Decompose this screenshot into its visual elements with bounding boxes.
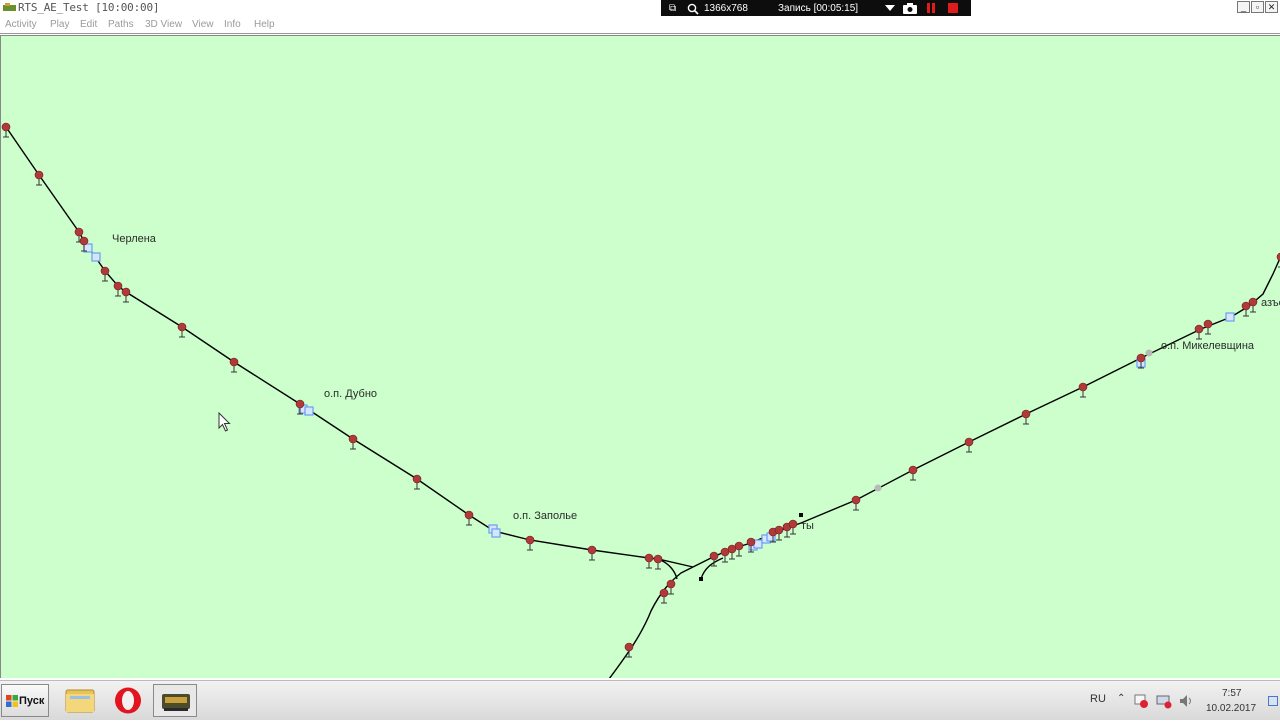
folder-icon [65, 689, 95, 713]
signal[interactable] [121, 287, 131, 303]
signal[interactable] [1203, 319, 1213, 335]
signal[interactable] [177, 322, 187, 338]
clock-time[interactable]: 7:57 [1222, 688, 1241, 699]
signal[interactable] [1241, 301, 1251, 317]
opera-icon [115, 687, 141, 714]
signal[interactable] [1021, 409, 1031, 425]
signal[interactable] [525, 535, 535, 551]
branch-track-south [608, 566, 694, 678]
taskbar-explorer-button[interactable] [58, 684, 102, 717]
signal[interactable] [659, 588, 669, 604]
track-lines [5, 126, 1280, 678]
signal[interactable] [348, 434, 358, 450]
start-label: Пуск [19, 695, 45, 707]
train-app-icon [162, 694, 190, 711]
station-label-cherlena: Черлена [112, 233, 156, 245]
menu-view[interactable]: View [192, 19, 214, 30]
recorder-toolbar: ⧉ 1366x768 Запись [00:05:15] [661, 0, 971, 17]
station-label-dubno: о.п. Дубно [324, 388, 378, 400]
track-end-marker [699, 577, 703, 581]
menu-help[interactable]: Help [254, 19, 275, 30]
menu-play[interactable]: Play [50, 19, 69, 30]
camera-icon[interactable] [903, 3, 917, 14]
windows-logo-icon [6, 695, 18, 707]
station-label-junction: ты [801, 520, 814, 532]
tray-network-icon[interactable] [1156, 693, 1172, 709]
window-title: RTS_AE_Test [10:00:00] [18, 1, 160, 14]
signal[interactable] [720, 547, 730, 563]
signal[interactable] [964, 437, 974, 453]
maximize-button[interactable]: ▫ [1251, 1, 1264, 13]
signal[interactable] [587, 545, 597, 561]
signal[interactable] [774, 525, 784, 541]
platform-marker[interactable] [491, 528, 501, 538]
signal[interactable] [908, 465, 918, 481]
tray-flag-icon[interactable] [1133, 693, 1149, 709]
signal[interactable] [666, 579, 676, 595]
track-map-canvas[interactable] [1, 36, 1280, 678]
signal[interactable] [644, 553, 654, 569]
signal[interactable] [788, 519, 798, 535]
signal[interactable] [113, 281, 123, 297]
dropdown-icon[interactable] [885, 5, 895, 12]
platform-marker[interactable] [1225, 312, 1235, 322]
station-label-zapolye: о.п. Заполье [513, 510, 578, 522]
app-icon [3, 3, 16, 11]
mouse-cursor [218, 412, 231, 432]
taskbar-rts-button[interactable] [153, 684, 197, 717]
menu-info[interactable]: Info [224, 19, 241, 30]
signal[interactable] [851, 495, 861, 511]
signal[interactable] [653, 554, 663, 570]
menu-bar: Activity Play Edit Paths 3D View View In… [0, 16, 1280, 34]
signal[interactable] [1, 122, 11, 138]
window-mode-icon[interactable]: ⧉ [669, 2, 676, 15]
inactive-signal[interactable] [874, 484, 882, 492]
signal[interactable] [464, 510, 474, 526]
language-indicator[interactable]: RU [1090, 693, 1106, 705]
menu-paths[interactable]: Paths [108, 19, 134, 30]
minimize-button[interactable]: _ [1237, 1, 1250, 13]
zoom-icon[interactable] [687, 3, 699, 15]
signal[interactable] [727, 544, 737, 560]
signal[interactable] [100, 266, 110, 282]
menu-edit[interactable]: Edit [80, 19, 97, 30]
taskbar: Пуск RU ⌃ 7:57 10.02.2017 [0, 680, 1280, 720]
track-map[interactable]: Черлена о.п. Дубно о.п. Заполье ты о.п. … [0, 35, 1280, 678]
menu-activity[interactable]: Activity [5, 19, 37, 30]
start-button[interactable]: Пуск [1, 684, 49, 717]
recorder-status: Запись [00:05:15] [778, 3, 859, 14]
signal[interactable] [1078, 382, 1088, 398]
stop-icon[interactable] [948, 3, 958, 13]
platform-marker[interactable] [304, 406, 314, 416]
signal[interactable] [734, 541, 744, 557]
track-end-marker [799, 513, 803, 517]
clock-date[interactable]: 10.02.2017 [1206, 703, 1256, 714]
station-label-razezd: азъе [1261, 297, 1280, 309]
pause-icon[interactable] [926, 3, 936, 13]
signal[interactable] [1248, 297, 1258, 313]
close-button[interactable]: ✕ [1265, 1, 1278, 13]
signal[interactable] [1194, 324, 1204, 340]
recorder-resolution: 1366x768 [704, 3, 748, 14]
taskbar-opera-button[interactable] [106, 684, 150, 717]
signal[interactable] [412, 474, 422, 490]
tray-volume-icon[interactable] [1178, 693, 1194, 709]
inactive-signal[interactable] [1145, 349, 1153, 357]
signals [1, 122, 1280, 658]
main-track-east [692, 256, 1280, 568]
platform-marker[interactable] [91, 252, 101, 262]
main-track-west [5, 126, 694, 568]
station-label-mikelevshchina: о.п. Микелевщина [1161, 340, 1255, 352]
title-bar: RTS_AE_Test [10:00:00] _ ▫ ✕ [0, 0, 1280, 16]
signal[interactable] [34, 170, 44, 186]
tray-expand-icon[interactable]: ⌃ [1117, 693, 1125, 704]
signal[interactable] [229, 357, 239, 373]
show-desktop-button[interactable] [1268, 696, 1278, 706]
menu-3d-view[interactable]: 3D View [145, 19, 182, 30]
